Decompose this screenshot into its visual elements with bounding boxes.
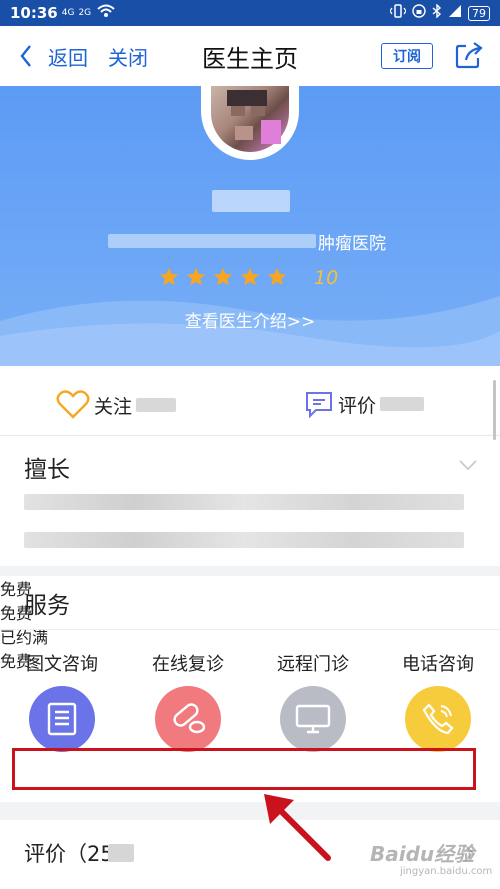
back-button[interactable]: 返回 bbox=[48, 42, 88, 71]
service-label: 图文咨询 bbox=[26, 654, 98, 675]
chevron-down-icon[interactable] bbox=[458, 458, 478, 472]
monitor-icon bbox=[280, 686, 346, 752]
doctor-profile-header: 肿瘤医院 10 查看医生介绍>> bbox=[0, 86, 500, 366]
scrollbar[interactable] bbox=[493, 380, 496, 440]
service-label: 在线复诊 bbox=[152, 654, 224, 675]
network-2g: 2G bbox=[78, 7, 92, 18]
reviews-heading: 评价（25 bbox=[24, 842, 114, 866]
hospital-name: 肿瘤医院 bbox=[318, 234, 386, 254]
doctor-name-redacted bbox=[212, 190, 290, 212]
close-button[interactable]: 关闭 bbox=[108, 42, 148, 71]
review-count-redacted bbox=[108, 844, 134, 862]
pill-icon bbox=[155, 686, 221, 752]
divider bbox=[0, 629, 500, 630]
view-doctor-intro-link[interactable]: 查看医生介绍>> bbox=[0, 307, 500, 332]
share-icon[interactable] bbox=[454, 40, 484, 70]
network-4g: 4G bbox=[61, 7, 75, 18]
review-button[interactable]: 评价 bbox=[304, 390, 425, 418]
service-label: 远程门诊 bbox=[277, 654, 349, 675]
expertise-heading: 擅长 bbox=[24, 457, 70, 483]
bluetooth-icon bbox=[432, 3, 442, 22]
phone-icon bbox=[405, 686, 471, 752]
watermark-logo: Baidu经验 bbox=[370, 842, 475, 866]
follow-button[interactable]: 关注 bbox=[56, 390, 177, 420]
navigation-bar: 返回 关闭 医生主页 订阅 bbox=[0, 26, 500, 86]
wifi-icon bbox=[97, 4, 115, 22]
vibrate-icon bbox=[389, 4, 407, 22]
highlight-box bbox=[12, 748, 476, 790]
back-arrow-icon[interactable] bbox=[16, 42, 40, 70]
price-label: 免费 bbox=[0, 604, 33, 623]
expertise-section: 擅长 bbox=[0, 436, 500, 566]
rating-stars bbox=[158, 266, 288, 288]
review-count-redacted bbox=[380, 397, 425, 411]
battery-indicator: 79 bbox=[468, 5, 490, 21]
service-label: 电话咨询 bbox=[402, 654, 474, 675]
expertise-text-redacted bbox=[24, 532, 464, 548]
hospital-name-redacted bbox=[108, 234, 316, 248]
watermark-url: jingyan.baidu.com bbox=[400, 866, 493, 877]
star-icon bbox=[213, 267, 233, 286]
doctor-avatar bbox=[201, 86, 299, 160]
heart-icon bbox=[56, 390, 90, 419]
subscribe-button[interactable]: 订阅 bbox=[381, 43, 433, 69]
annotation-arrow-icon bbox=[264, 794, 331, 861]
service-remote-clinic[interactable]: 远程门诊 bbox=[263, 650, 363, 752]
document-icon bbox=[29, 686, 95, 752]
status-bar: 10:36 4G 2G 79 bbox=[0, 0, 500, 26]
price-label: 已约满 bbox=[0, 628, 49, 647]
comment-icon bbox=[306, 392, 332, 418]
star-icon bbox=[186, 267, 206, 286]
action-row: 关注 评价 bbox=[0, 366, 500, 436]
services-heading: 服务 bbox=[24, 593, 70, 619]
star-icon bbox=[267, 267, 287, 286]
follow-count-redacted bbox=[136, 398, 177, 412]
service-text-consult[interactable]: 图文咨询 bbox=[12, 650, 112, 752]
price-label: 免费 bbox=[0, 580, 33, 599]
service-online-followup[interactable]: 在线复诊 bbox=[138, 650, 238, 752]
signal-icon bbox=[448, 4, 462, 22]
lock-icon bbox=[412, 4, 426, 22]
star-icon bbox=[240, 267, 260, 286]
star-icon bbox=[159, 267, 179, 286]
review-label: 评价 bbox=[338, 394, 377, 417]
status-time: 10:36 bbox=[10, 4, 58, 22]
expertise-text-redacted bbox=[24, 494, 464, 510]
service-phone-consult[interactable]: 电话咨询 bbox=[388, 650, 488, 752]
rating-score: 10 bbox=[314, 267, 339, 289]
services-section: 服务 图文咨询 在线复诊 远程门诊 电话咨询 免费 免费 已约满 免费 bbox=[0, 576, 500, 802]
follow-label: 关注 bbox=[94, 395, 133, 418]
